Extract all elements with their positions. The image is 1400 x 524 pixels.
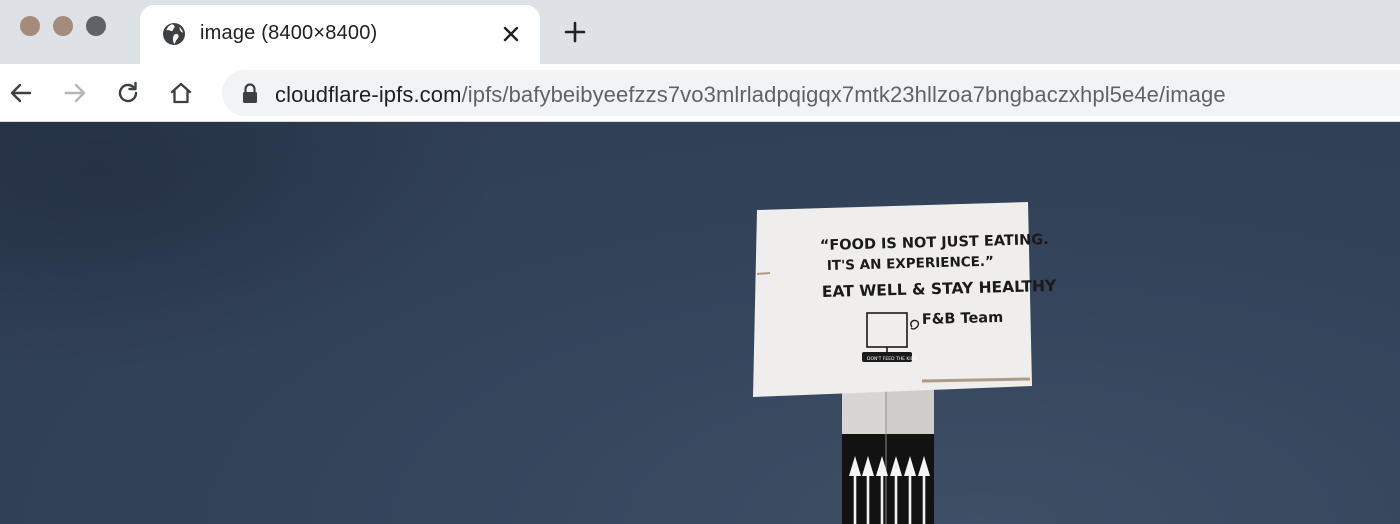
browser-toolbar: cloudflare-ipfs.com/ipfs/bafybeibyeefzzs…	[0, 64, 1400, 122]
tab-title: image (8400×8400)	[200, 22, 378, 44]
sign-post	[842, 390, 934, 524]
image-viewport: “FOOD IS NOT JUST EATING. IT'S AN EXPERI…	[0, 122, 1400, 524]
sign-signature: F&B Team	[922, 310, 1004, 328]
window-maximize-button[interactable]	[86, 16, 106, 36]
reload-icon[interactable]	[115, 80, 141, 106]
lock-icon[interactable]	[240, 82, 260, 104]
sign-board: “FOOD IS NOT JUST EATING. IT'S AN EXPERI…	[753, 202, 1057, 397]
url-host: cloudflare-ipfs.com	[275, 82, 462, 107]
plus-icon[interactable]	[563, 20, 587, 44]
home-icon[interactable]	[168, 80, 194, 106]
close-icon[interactable]	[500, 23, 522, 45]
globe-icon	[163, 23, 185, 45]
url-path: /ipfs/bafybeibyeefzzs7vo3mlrladpqigqx7mt…	[461, 82, 1226, 107]
address-bar[interactable]: cloudflare-ipfs.com/ipfs/bafybeibyeefzzs…	[222, 70, 1400, 116]
arrow-left-icon[interactable]	[8, 80, 34, 106]
browser-tab-active[interactable]: image (8400×8400)	[140, 5, 540, 64]
window-close-button[interactable]	[20, 16, 40, 36]
displayed-image: “FOOD IS NOT JUST EATING. IT'S AN EXPERI…	[753, 202, 1057, 524]
url-text[interactable]: cloudflare-ipfs.com/ipfs/bafybeibyeefzzs…	[275, 82, 1226, 108]
tab-strip: image (8400×8400)	[0, 0, 1400, 64]
window-minimize-button[interactable]	[53, 16, 73, 36]
arrow-right-icon[interactable]	[62, 80, 88, 106]
monitor-caption: DON'T FEED THE KIDS	[867, 356, 917, 362]
